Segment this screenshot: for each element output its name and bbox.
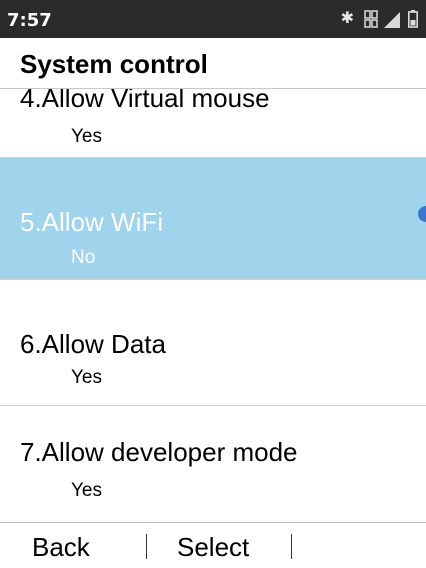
dual-sim-icon xyxy=(364,10,378,28)
bluetooth-icon: ✱ xyxy=(340,10,354,27)
list-item-allow-data[interactable]: 6.Allow Data Yes xyxy=(0,280,426,406)
item-title: 7.Allow developer mode xyxy=(20,437,298,467)
battery-icon xyxy=(408,10,418,28)
softkey-divider xyxy=(291,534,292,559)
list-item-allow-developer-mode[interactable]: 7.Allow developer mode Yes xyxy=(0,406,426,522)
title-bar: System control xyxy=(0,38,426,89)
softkey-bar: Back Select xyxy=(0,522,426,568)
settings-list: 4.Allow Virtual mouse Yes 5.Allow WiFi N… xyxy=(0,38,426,522)
item-title: 6.Allow Data xyxy=(20,329,166,359)
select-softkey[interactable]: Select xyxy=(177,532,249,563)
item-title: 5.Allow WiFi xyxy=(20,207,164,237)
back-softkey[interactable]: Back xyxy=(32,532,90,563)
item-value: Yes xyxy=(71,367,102,388)
scroll-indicator xyxy=(418,206,426,222)
status-bar: 7:57 ✱ xyxy=(0,0,426,38)
page-title: System control xyxy=(20,49,208,79)
status-time: 7:57 xyxy=(7,10,52,31)
signal-icon xyxy=(384,12,400,28)
softkey-divider xyxy=(146,534,147,559)
item-value: No xyxy=(71,247,96,268)
list-item-allow-wifi[interactable]: 5.Allow WiFi No xyxy=(0,158,426,280)
item-value: Yes xyxy=(71,126,102,147)
item-value: Yes xyxy=(71,480,102,501)
